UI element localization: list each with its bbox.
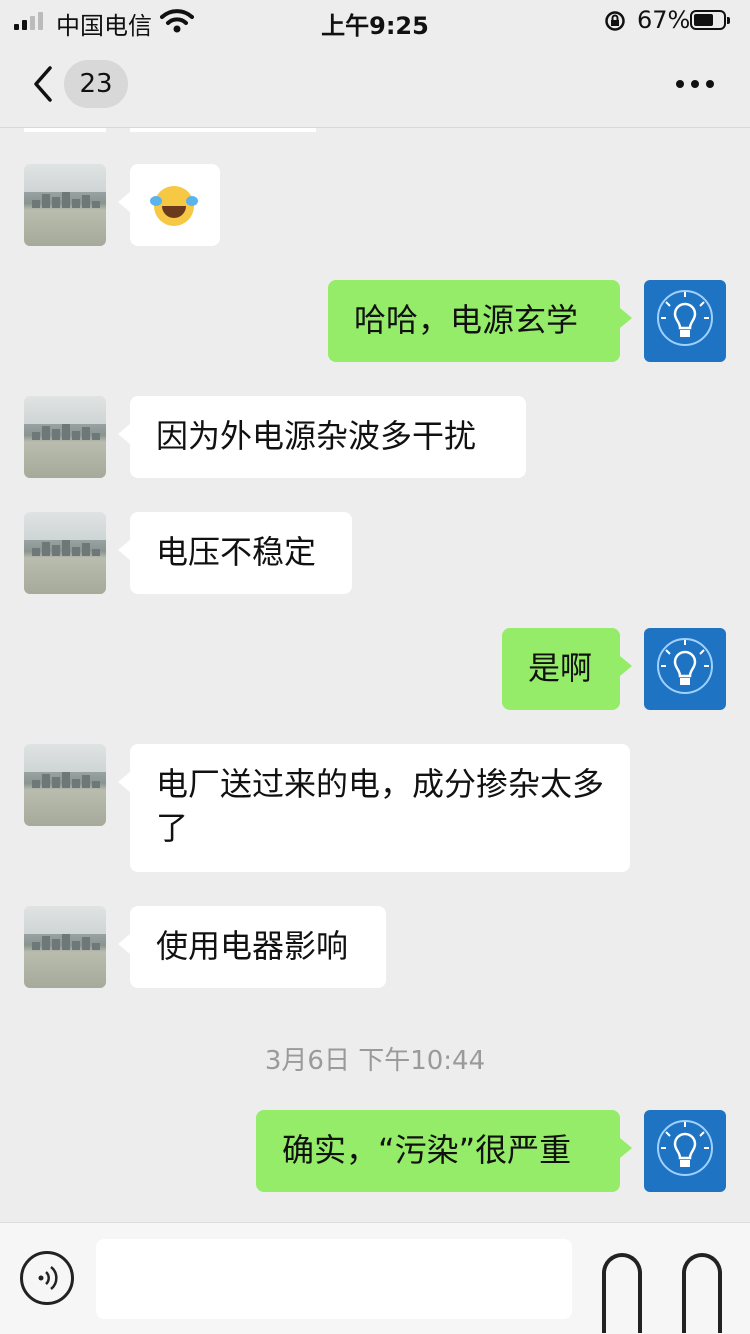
- message-bubble-incoming[interactable]: [118, 164, 220, 246]
- message-bubble-outgoing[interactable]: 哈哈，电源玄学: [328, 280, 632, 362]
- message-bubble-incoming[interactable]: 电厂送过来的电，成分掺杂太多了: [118, 744, 630, 872]
- message-bubble-outgoing[interactable]: 确实，“污染”很严重: [256, 1110, 632, 1192]
- contact-avatar[interactable]: [24, 512, 106, 594]
- orientation-lock-icon: [605, 11, 625, 31]
- voice-waves-icon: [38, 1266, 58, 1290]
- more-dots-icon[interactable]: [676, 80, 714, 88]
- message-input[interactable]: [96, 1239, 572, 1319]
- chevron-left-icon[interactable]: [28, 64, 58, 104]
- lightbulb-icon: [657, 290, 713, 346]
- contact-avatar[interactable]: [24, 396, 106, 478]
- chat-header: 23: [0, 44, 750, 128]
- self-avatar[interactable]: [644, 1110, 726, 1192]
- message-timestamp: 3月6日 下午10:44: [264, 1046, 486, 1076]
- contact-avatar[interactable]: [24, 906, 106, 988]
- contact-avatar[interactable]: [24, 164, 106, 246]
- lightbulb-icon: [657, 638, 713, 694]
- unread-count-badge[interactable]: 23: [64, 60, 128, 108]
- status-bar: 中国电信 上午9:25 67%: [0, 0, 750, 44]
- message-bubble-incoming[interactable]: 使用电器影响: [118, 906, 386, 988]
- self-avatar[interactable]: [644, 628, 726, 710]
- voice-icon[interactable]: [20, 1251, 74, 1305]
- emoji-icon[interactable]: [602, 1253, 642, 1333]
- laughing-tears-emoji-icon: [150, 186, 198, 226]
- plus-icon[interactable]: [682, 1253, 722, 1333]
- battery-icon: [690, 10, 730, 30]
- scrolled-bubble-edge: [130, 128, 316, 132]
- message-bubble-incoming[interactable]: 电压不稳定: [118, 512, 352, 594]
- self-avatar[interactable]: [644, 280, 726, 362]
- message-bubble-outgoing[interactable]: 是啊: [502, 628, 632, 710]
- battery-percent: 67%: [637, 6, 691, 34]
- lightbulb-icon: [657, 1120, 713, 1176]
- contact-avatar[interactable]: [24, 744, 106, 826]
- message-bubble-incoming[interactable]: 因为外电源杂波多干扰: [118, 396, 526, 478]
- input-bar: [0, 1222, 750, 1334]
- scrolled-avatar-edge: [24, 128, 106, 132]
